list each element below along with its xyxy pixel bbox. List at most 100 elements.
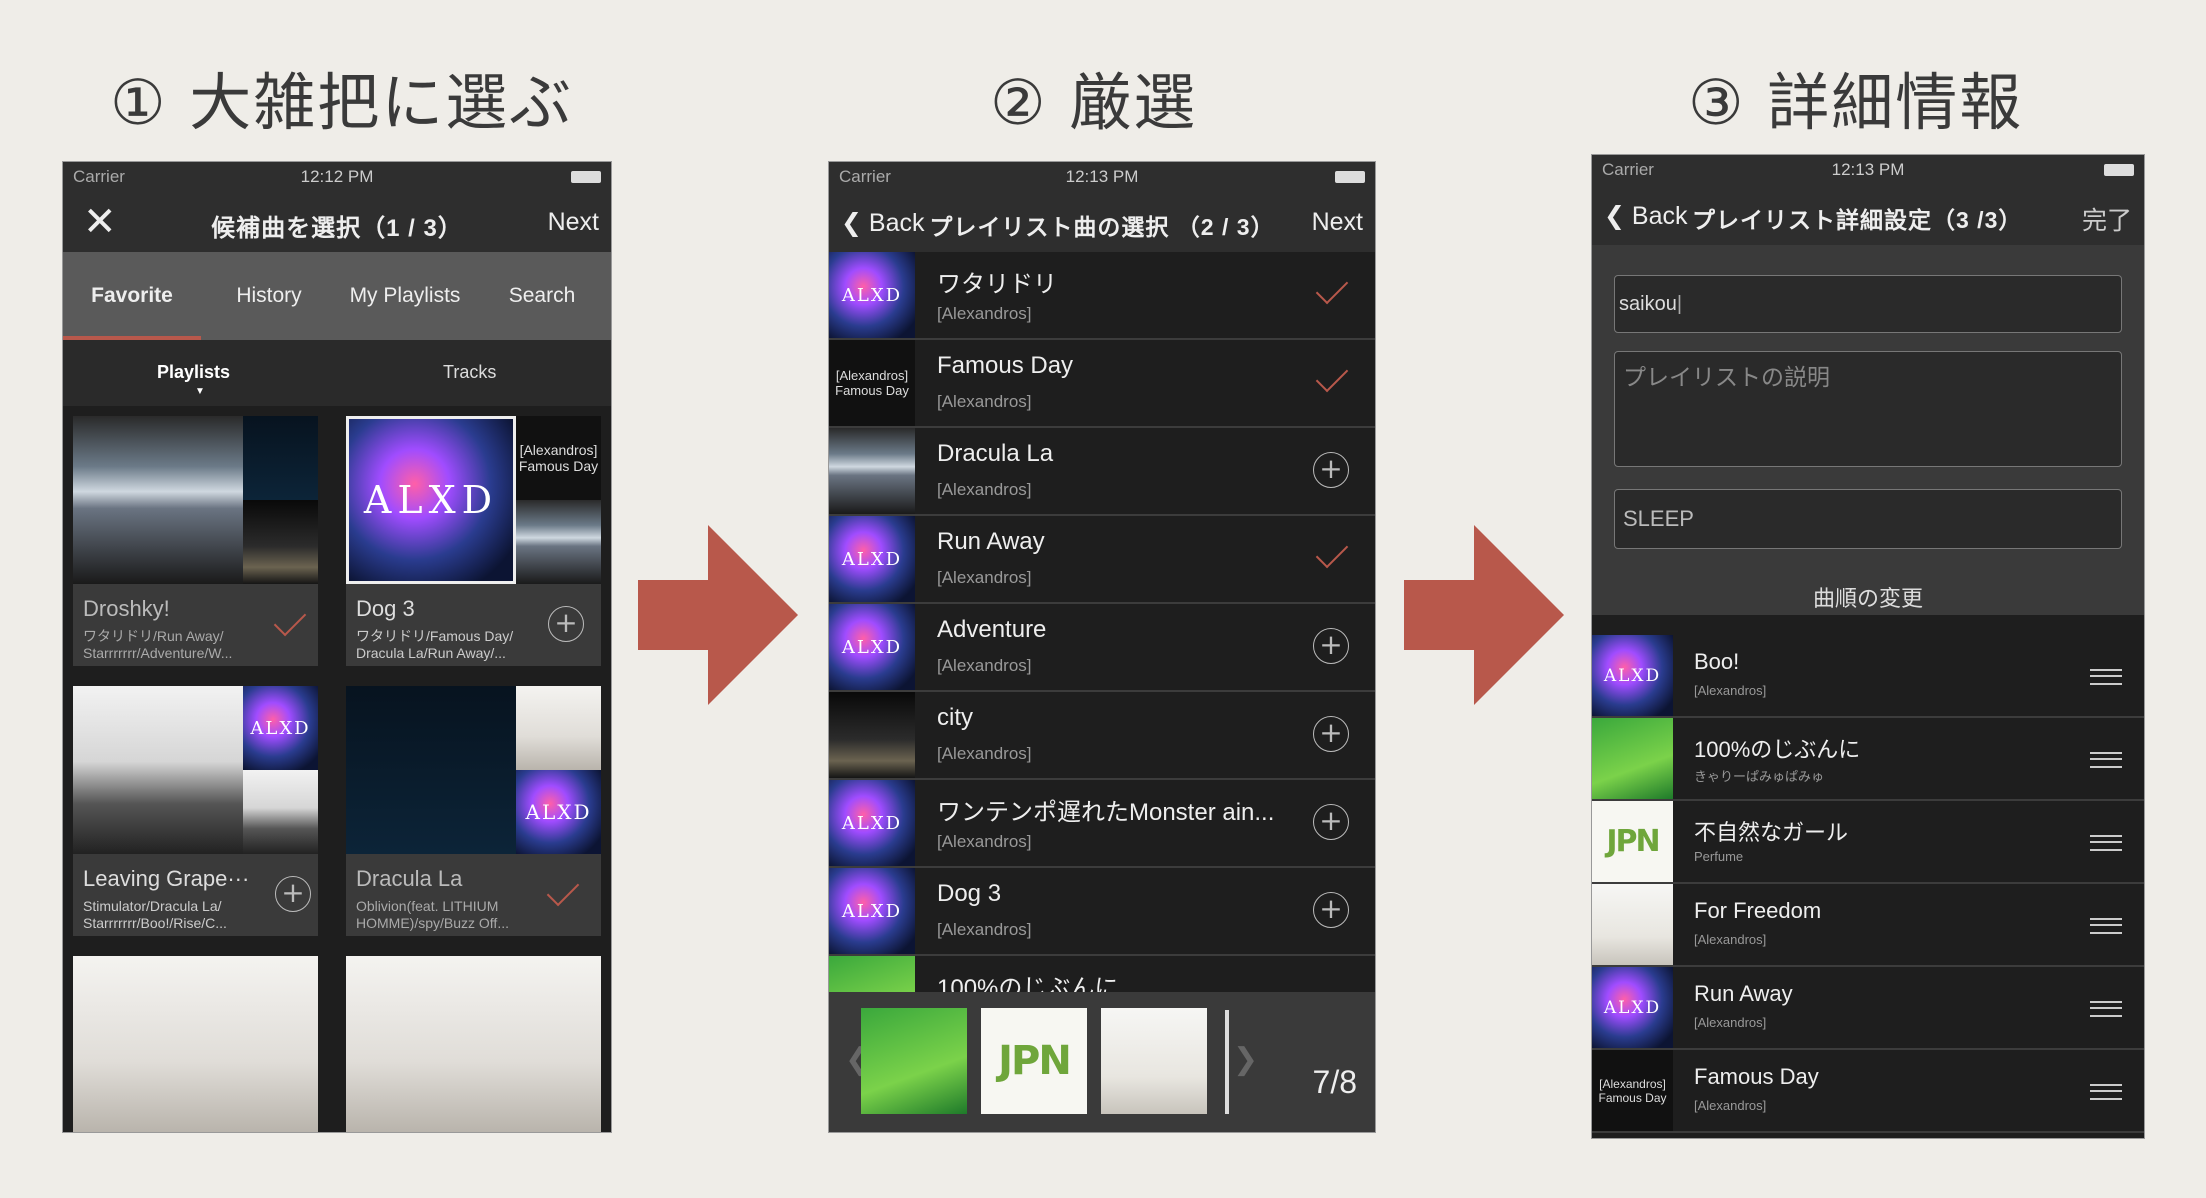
- add-circle-icon[interactable]: +: [1313, 804, 1349, 840]
- tab-search[interactable]: Search: [473, 252, 611, 340]
- album-cover: ALXD: [346, 416, 516, 584]
- track-row[interactable]: ALXD ワンテンポ遅れたMonster ain... [Alexandros]…: [829, 780, 1375, 868]
- album-cover: [73, 686, 243, 854]
- album-cover: [346, 956, 516, 1132]
- drag-handle-icon[interactable]: [2090, 669, 2122, 685]
- scroll-indicator: [1225, 1010, 1229, 1114]
- check-icon[interactable]: [546, 873, 580, 907]
- album-cover: ALXD: [516, 770, 601, 854]
- chevron-right-icon[interactable]: ❯: [1233, 1042, 1258, 1077]
- details-form: saikou| プレイリストの説明 SLEEP 曲順の変更: [1592, 245, 2144, 615]
- add-circle-icon[interactable]: +: [1313, 716, 1349, 752]
- album-thumb: [Alexandros] Famous Day: [1592, 1050, 1673, 1131]
- next-button[interactable]: Next: [548, 208, 599, 237]
- album-thumb: [Alexandros] Famous Day: [829, 340, 915, 426]
- arrow-right-icon: [638, 525, 798, 705]
- track-row[interactable]: [Alexandros] Famous Day Famous Day [Alex…: [829, 340, 1375, 428]
- order-row[interactable]: 100%のじぶんに きゃりーぱみゅぱみゅ: [1592, 718, 2144, 801]
- phone-playlist-details: Carrier 12:13 PM ❮ Back プレイリスト詳細設定（3 /3）…: [1592, 155, 2144, 1138]
- nav-title: プレイリスト詳細設定（3 /3）: [1692, 207, 2023, 233]
- card-subtitle: ワタリドリ/Famous Day/ Dracula La/Run Away/..…: [356, 628, 514, 661]
- drag-handle-icon[interactable]: [2090, 1084, 2122, 1100]
- sub-tabs: Playlists ▼ Tracks: [63, 340, 611, 406]
- order-row[interactable]: [Alexandros] Famous Day Famous Day [Alex…: [1592, 1050, 2144, 1133]
- nav-title: 候補曲を選択（1 / 3）: [211, 215, 463, 242]
- track-row[interactable]: ALXD ワタリドリ [Alexandros]: [829, 252, 1375, 340]
- drag-handle-icon[interactable]: [2090, 918, 2122, 934]
- album-thumb: ALXD: [829, 868, 915, 954]
- drag-handle-icon[interactable]: [2090, 752, 2122, 768]
- track-title: Dracula La: [937, 440, 1054, 467]
- order-row[interactable]: For Freedom [Alexandros]: [1592, 884, 2144, 967]
- add-circle-icon[interactable]: +: [1313, 628, 1349, 664]
- album-cover: [243, 770, 318, 854]
- album-cover: [516, 686, 601, 770]
- check-icon[interactable]: [1315, 359, 1349, 393]
- status-bar: Carrier 12:13 PM: [1592, 155, 2144, 185]
- tab-history[interactable]: History: [201, 252, 337, 340]
- playlist-name-input[interactable]: saikou|: [1614, 275, 2122, 333]
- track-title: 不自然なガール: [1694, 820, 1849, 845]
- track-row[interactable]: ALXD Adventure [Alexandros] +: [829, 604, 1375, 692]
- drag-handle-icon[interactable]: [2090, 1001, 2122, 1017]
- track-title: ワンテンポ遅れたMonster ain...: [937, 799, 1275, 826]
- phone-candidate-selection: Carrier 12:12 PM ✕ 候補曲を選択（1 / 3） Next Fa…: [63, 162, 611, 1132]
- selected-thumb[interactable]: [1101, 1008, 1207, 1114]
- done-button[interactable]: 完了: [2082, 201, 2132, 237]
- track-row[interactable]: ALXD Run Away [Alexandros]: [829, 516, 1375, 604]
- track-artist: [Alexandros]: [1694, 1098, 1767, 1113]
- order-row[interactable]: ALXD Run Away [Alexandros]: [1592, 967, 2144, 1050]
- track-artist: [Alexandros]: [937, 568, 1032, 587]
- add-circle-icon[interactable]: +: [548, 606, 584, 642]
- status-time: 12:13 PM: [1065, 167, 1139, 186]
- nav-bar: ❮ Back プレイリスト曲の選択 （2 / 3） Next: [829, 192, 1375, 252]
- battery-icon: [2104, 164, 2134, 176]
- track-row[interactable]: Dracula La [Alexandros] +: [829, 428, 1375, 516]
- back-button[interactable]: ❮ Back: [1604, 201, 1688, 231]
- tab-my-playlists[interactable]: My Playlists: [337, 252, 473, 340]
- source-tabs: Favorite History My Playlists Search: [63, 252, 611, 340]
- check-icon[interactable]: [1315, 271, 1349, 305]
- add-circle-icon[interactable]: +: [1313, 892, 1349, 928]
- subtab-playlists[interactable]: Playlists: [157, 362, 230, 383]
- track-title: Run Away: [937, 528, 1045, 555]
- order-header: 曲順の変更: [1812, 586, 1923, 611]
- subtab-tracks[interactable]: Tracks: [443, 362, 496, 383]
- add-circle-icon[interactable]: +: [1313, 452, 1349, 488]
- chevron-left-icon: ❮: [841, 209, 862, 237]
- track-artist: [Alexandros]: [937, 392, 1032, 411]
- track-row[interactable]: city [Alexandros] +: [829, 692, 1375, 780]
- playlist-description-input[interactable]: プレイリストの説明: [1614, 351, 2122, 467]
- check-icon[interactable]: [1315, 535, 1349, 569]
- album-thumb: ALXD: [829, 516, 915, 602]
- cover-label: Famous Day: [835, 383, 909, 398]
- nav-bar: ✕ 候補曲を選択（1 / 3） Next: [63, 192, 611, 252]
- track-artist: きゃりーぱみゅぱみゅ: [1694, 769, 1825, 784]
- track-title: 100%のじぶんに: [1694, 737, 1861, 762]
- next-button[interactable]: Next: [1312, 208, 1363, 237]
- order-row[interactable]: JPN 不自然なガール Perfume: [1592, 801, 2144, 884]
- album-thumb: [1592, 718, 1673, 799]
- card-subtitle: ワタリドリ/Run Away/ Starrrrrrr/Adventure/W..…: [83, 628, 233, 661]
- track-artist: [Alexandros]: [937, 656, 1032, 675]
- track-artist: [Alexandros]: [1694, 683, 1767, 698]
- add-circle-icon[interactable]: +: [275, 876, 311, 912]
- track-title: Famous Day: [937, 352, 1074, 379]
- album-thumb: ALXD: [829, 604, 915, 690]
- tab-favorite[interactable]: Favorite: [63, 252, 201, 340]
- track-row[interactable]: ALXD Dog 3 [Alexandros] +: [829, 868, 1375, 956]
- album-cover: [346, 686, 516, 854]
- track-title: Dog 3: [937, 880, 1002, 907]
- selected-thumb[interactable]: JPN: [981, 1008, 1087, 1114]
- cover-label: Famous Day: [518, 458, 599, 474]
- cover-label: Famous Day: [1598, 1090, 1667, 1105]
- track-title: For Freedom: [1694, 898, 1822, 923]
- order-row[interactable]: ALXD Boo! [Alexandros]: [1592, 635, 2144, 718]
- drag-handle-icon[interactable]: [2090, 835, 2122, 851]
- selected-thumb[interactable]: [861, 1008, 967, 1114]
- album-thumb: [829, 428, 915, 514]
- check-icon[interactable]: [273, 603, 307, 637]
- cover-label: [Alexandros]: [835, 368, 909, 383]
- playlist-tag-input[interactable]: SLEEP: [1614, 489, 2122, 549]
- status-time: 12:12 PM: [300, 167, 374, 186]
